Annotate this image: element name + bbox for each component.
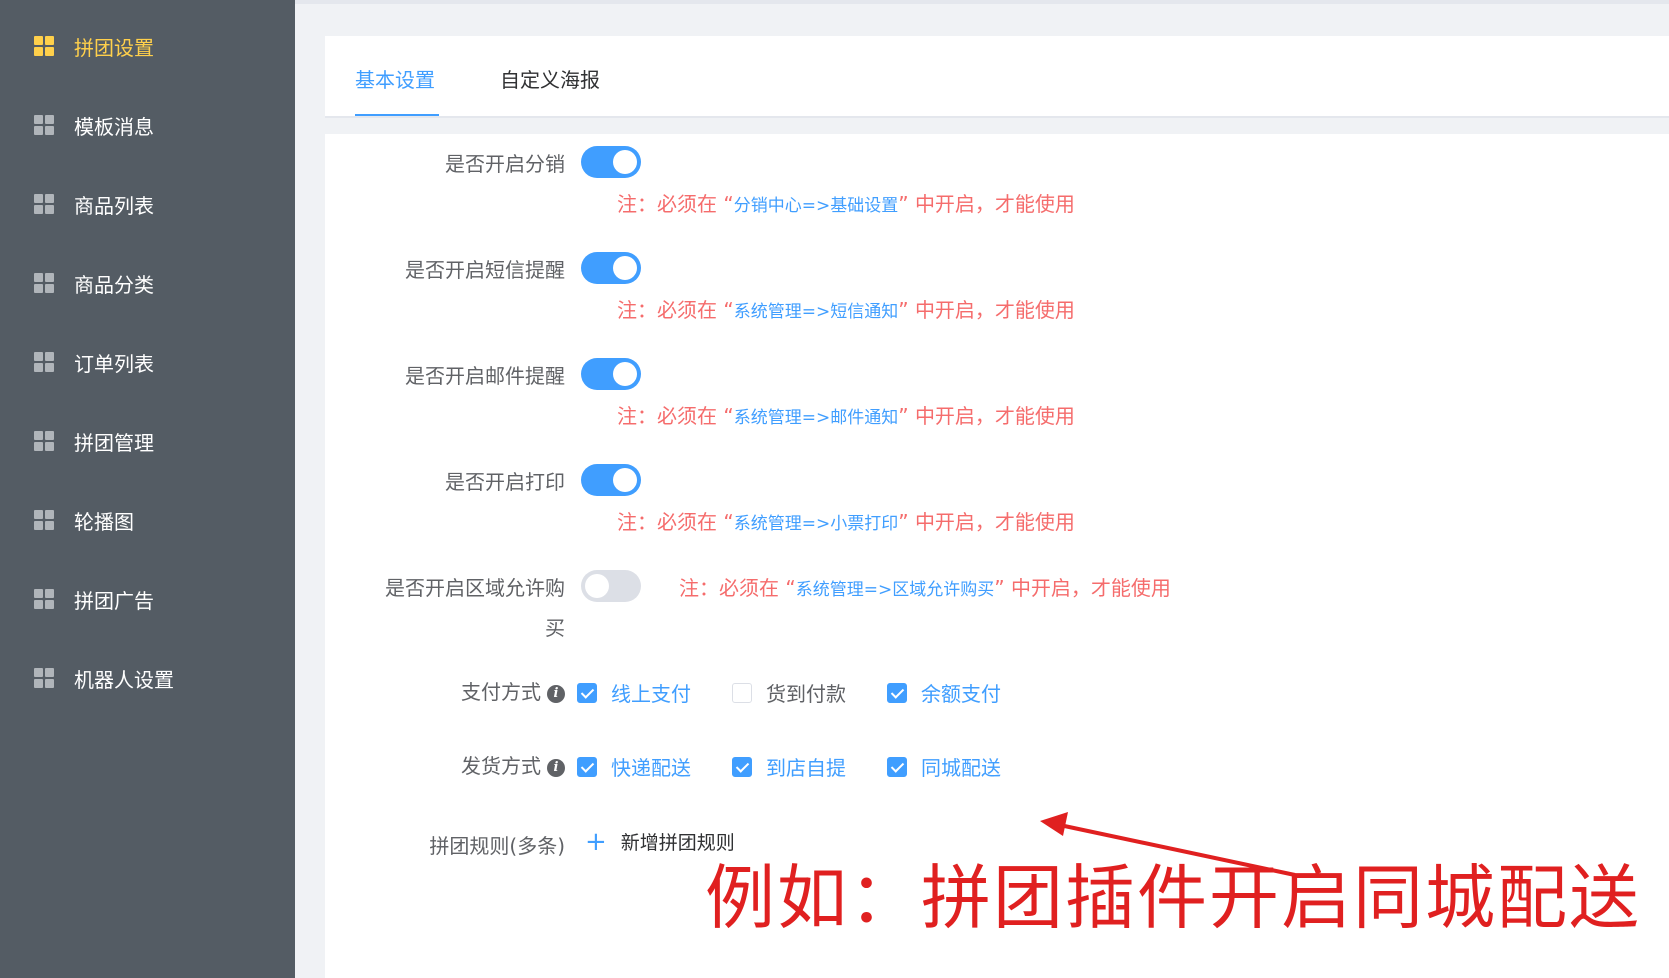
sidebar-item-label: 商品列表	[74, 193, 154, 218]
info-icon[interactable]: i	[547, 685, 565, 703]
checkbox-box	[732, 756, 752, 777]
delivery-label: 发货方式 i	[325, 750, 565, 779]
note-path: 系统管理=>邮件通知	[733, 408, 899, 428]
delivery-express-checkbox[interactable]: 快递配送	[577, 752, 691, 781]
checkbox-label: 快递配送	[611, 756, 691, 780]
distribution-label: 是否开启分销	[445, 152, 565, 176]
sidebar-item-label: 商品分类	[74, 272, 154, 297]
tabs-divider	[325, 116, 1669, 118]
email-switch[interactable]	[581, 358, 641, 390]
sidebar-item-label: 模板消息	[74, 114, 154, 139]
delivery-pickup-checkbox[interactable]: 到店自提	[732, 752, 846, 781]
sidebar-item-product-category[interactable]: 商品分类	[0, 253, 295, 313]
checkbox-box	[887, 756, 907, 777]
note-path: 系统管理=>短信通知	[733, 302, 899, 322]
sidebar-item-label: 拼团广告	[74, 588, 154, 613]
note-path: 系统管理=>小票打印	[733, 514, 899, 534]
tab-basic-settings[interactable]: 基本设置	[355, 64, 435, 93]
grid-icon	[34, 36, 54, 56]
grid-icon	[34, 194, 54, 214]
checkbox-box	[732, 682, 752, 703]
sidebar-item-label: 订单列表	[74, 351, 154, 376]
payment-online-checkbox[interactable]: 线上支付	[577, 678, 691, 707]
sidebar-item-label: 轮播图	[74, 509, 134, 534]
switch-knob	[613, 150, 637, 174]
email-note: 注：必须在 “系统管理=>邮件通知” 中开启，才能使用	[617, 404, 1075, 428]
annotation-text: 例如：拼团插件开启同城配送	[705, 857, 1641, 939]
grid-icon	[34, 668, 54, 688]
note-path: 系统管理=>区域允许购买	[795, 580, 995, 600]
sidebar-item-carousel[interactable]: 轮播图	[0, 490, 295, 550]
switch-knob	[613, 362, 637, 386]
top-strip	[295, 0, 1669, 4]
sidebar-item-label: 机器人设置	[74, 667, 174, 692]
sidebar-item-robot-settings[interactable]: 机器人设置	[0, 648, 295, 708]
checkbox-label: 同城配送	[921, 756, 1001, 780]
distribution-switch[interactable]	[581, 146, 641, 178]
sms-label: 是否开启短信提醒	[405, 258, 565, 282]
note-path: 分销中心=>基础设置	[733, 196, 899, 216]
region-label-line2: 买	[545, 616, 565, 640]
sidebar-item-label: 拼团设置	[74, 35, 154, 60]
tabs-bar: 基本设置 自定义海报	[325, 36, 1669, 118]
grid-icon	[34, 115, 54, 135]
checkbox-label: 余额支付	[921, 682, 1001, 706]
sidebar-item-product-list[interactable]: 商品列表	[0, 174, 295, 234]
checkbox-label: 到店自提	[766, 756, 846, 780]
payment-balance-checkbox[interactable]: 余额支付	[887, 678, 1001, 707]
sidebar-item-label: 拼团管理	[74, 430, 154, 455]
rules-label: 拼团规则(多条)	[429, 834, 565, 858]
print-switch[interactable]	[581, 464, 641, 496]
plus-icon: +	[585, 826, 607, 857]
sidebar-item-group-settings[interactable]: 拼团设置	[0, 16, 295, 76]
checkbox-box	[577, 756, 597, 777]
sidebar: 拼团设置 模板消息 商品列表 商品分类 订单列表 拼团管理 轮播图 拼团广告 机…	[0, 0, 295, 978]
grid-icon	[34, 273, 54, 293]
grid-icon	[34, 352, 54, 372]
tab-custom-poster[interactable]: 自定义海报	[500, 64, 600, 93]
sidebar-item-group-ads[interactable]: 拼团广告	[0, 569, 295, 629]
grid-icon	[34, 510, 54, 530]
checkbox-label: 货到付款	[766, 682, 846, 706]
sidebar-item-group-management[interactable]: 拼团管理	[0, 411, 295, 471]
payment-label: 支付方式 i	[325, 676, 565, 705]
print-label: 是否开启打印	[445, 470, 565, 494]
switch-knob	[585, 574, 609, 598]
payment-cod-checkbox[interactable]: 货到付款	[732, 678, 846, 707]
distribution-note: 注：必须在 “分销中心=>基础设置” 中开启，才能使用	[617, 192, 1075, 216]
sms-note: 注：必须在 “系统管理=>短信通知” 中开启，才能使用	[617, 298, 1075, 322]
sidebar-item-order-list[interactable]: 订单列表	[0, 332, 295, 392]
switch-knob	[613, 468, 637, 492]
email-label: 是否开启邮件提醒	[405, 364, 565, 388]
region-label-line1: 是否开启区域允许购	[385, 576, 565, 600]
sms-switch[interactable]	[581, 252, 641, 284]
switch-knob	[613, 256, 637, 280]
region-switch[interactable]	[581, 570, 641, 602]
grid-icon	[34, 431, 54, 451]
checkbox-box	[887, 682, 907, 703]
print-note: 注：必须在 “系统管理=>小票打印” 中开启，才能使用	[617, 510, 1075, 534]
delivery-same-city-checkbox[interactable]: 同城配送	[887, 752, 1001, 781]
sidebar-item-template-message[interactable]: 模板消息	[0, 95, 295, 155]
region-note: 注：必须在 “系统管理=>区域允许购买” 中开启，才能使用	[679, 576, 1171, 600]
checkbox-box	[577, 682, 597, 703]
checkbox-label: 线上支付	[611, 682, 691, 706]
grid-icon	[34, 589, 54, 609]
info-icon[interactable]: i	[547, 759, 565, 777]
